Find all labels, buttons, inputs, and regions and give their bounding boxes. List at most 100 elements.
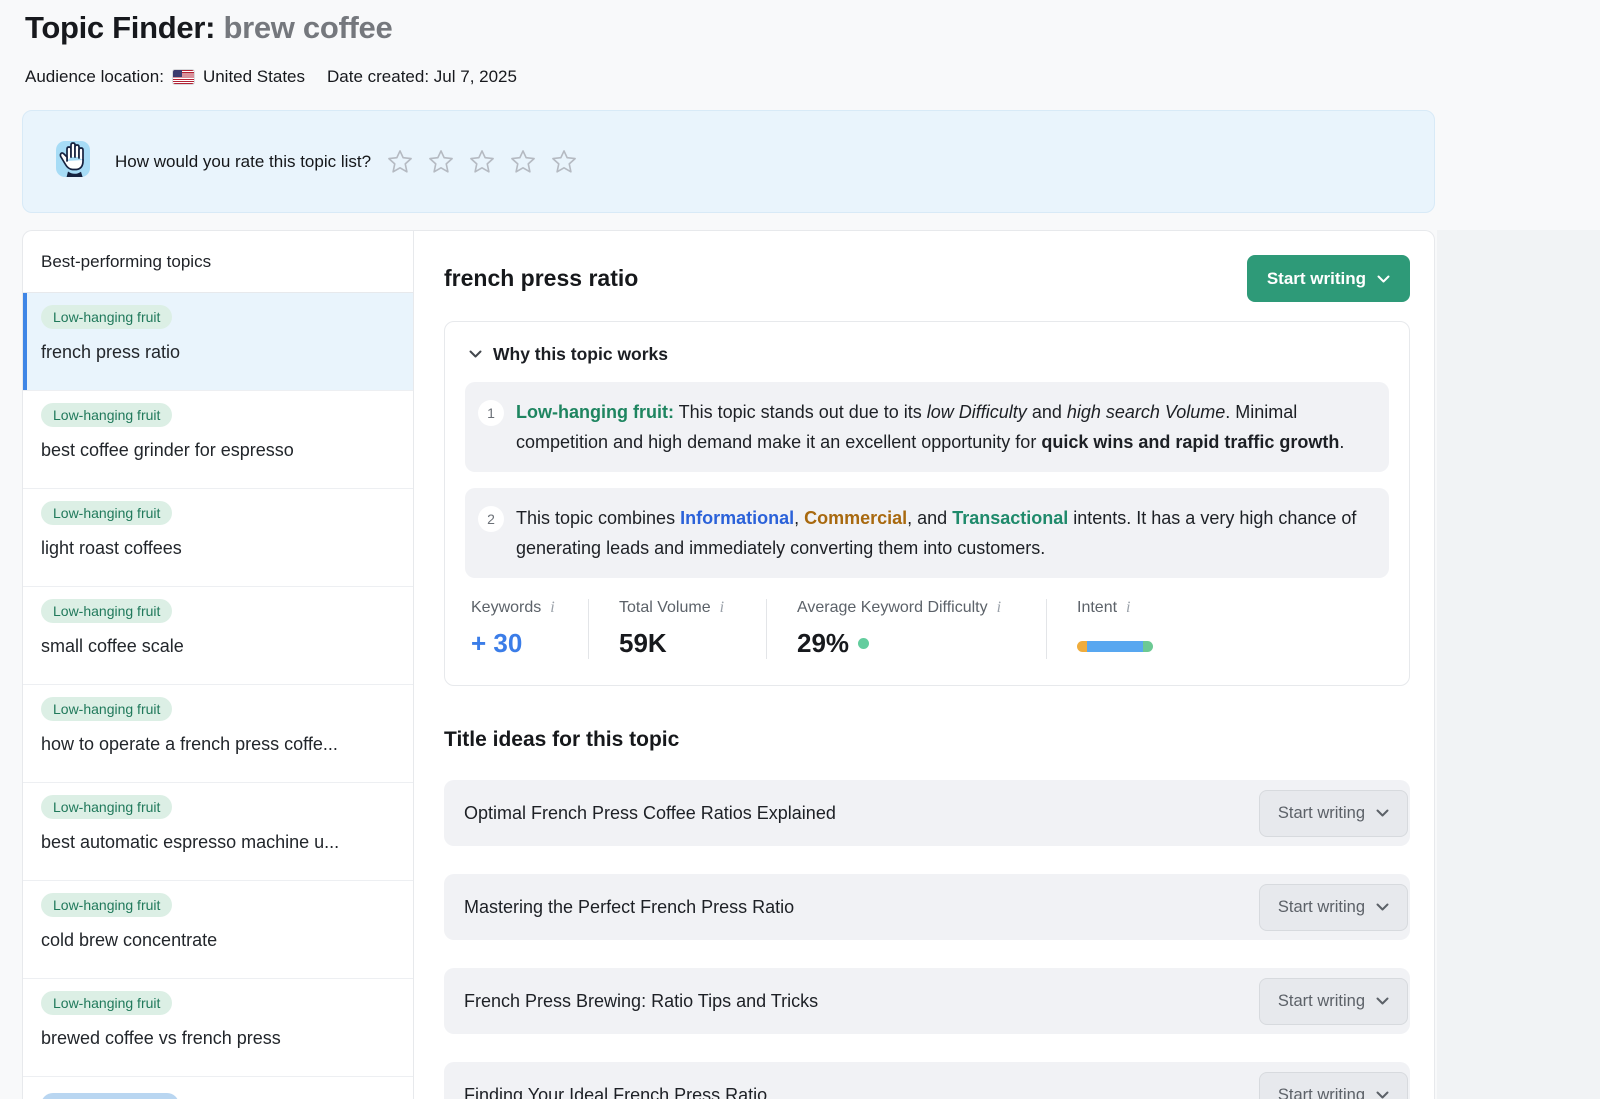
page-background-gutter — [1437, 230, 1600, 1099]
intent-label: Intent — [1077, 599, 1117, 617]
chevron-down-icon — [1376, 804, 1389, 823]
title-idea-text: French Press Brewing: Ratio Tips and Tri… — [464, 991, 818, 1012]
start-writing-button[interactable]: Start writing — [1247, 255, 1410, 302]
why-topic-works-title: Why this topic works — [493, 344, 668, 365]
low-hanging-fruit-badge: Low-hanging fruit — [41, 991, 172, 1015]
audience-location-value: United States — [203, 67, 305, 87]
meta-row: Audience location: United States Date cr… — [25, 67, 517, 87]
sidebar-item-cold-brew-concentrate[interactable]: Low-hanging fruit cold brew concentrate — [23, 881, 413, 979]
sidebar-header: Best-performing topics — [23, 231, 413, 293]
metric-keywords: Keywords + 30 — [471, 599, 589, 659]
low-hanging-fruit-badge: Low-hanging fruit — [41, 305, 172, 329]
chevron-down-icon — [1377, 269, 1390, 289]
metric-intent: Intent — [1077, 599, 1183, 659]
low-hanging-fruit-badge: Low-hanging fruit — [41, 599, 172, 623]
point-number: 1 — [478, 400, 504, 426]
us-flag-icon — [173, 70, 194, 84]
chevron-down-icon — [1376, 992, 1389, 1011]
topic-title: cold brew concentrate — [41, 930, 395, 951]
low-hanging-fruit-badge: Low-hanging fruit — [41, 697, 172, 721]
topic-detail-title: french press ratio — [444, 265, 638, 292]
why-point-2: 2 This topic combines Informational, Com… — [465, 488, 1389, 578]
difficulty-value-row: 29% — [797, 628, 1016, 659]
topic-title: french press ratio — [41, 342, 395, 363]
title-idea-card-2: Mastering the Perfect French Press Ratio… — [444, 874, 1410, 940]
star-icon[interactable] — [509, 148, 537, 176]
page-header: Topic Finder: brew coffee — [25, 10, 392, 46]
topic-title: small coffee scale — [41, 636, 395, 657]
star-icon[interactable] — [550, 148, 578, 176]
topic-title: best automatic espresso machine u... — [41, 832, 395, 853]
metric-total-volume: Total Volume 59K — [619, 599, 767, 659]
chevron-down-icon — [469, 350, 482, 359]
low-hanging-fruit-badge: Low-hanging fruit — [41, 501, 172, 525]
title-idea-text: Optimal French Press Coffee Ratios Expla… — [464, 803, 836, 824]
point-number: 2 — [478, 506, 504, 532]
sidebar-item-how-to-operate-french-press[interactable]: Low-hanging fruit how to operate a frenc… — [23, 685, 413, 783]
intent-segment-transactional-green — [1143, 641, 1153, 652]
topic-title: best coffee grinder for espresso — [41, 440, 395, 461]
date-created: Date created: Jul 7, 2025 — [327, 67, 517, 87]
why-point-2-text: This topic combines Informational, Comme… — [516, 503, 1369, 563]
page-title: Topic Finder: brew coffee — [25, 10, 392, 46]
sidebar-item-best-automatic-espresso-machine[interactable]: Low-hanging fruit best automatic espress… — [23, 783, 413, 881]
start-writing-button[interactable]: Start writing — [1259, 790, 1408, 837]
title-idea-text: Mastering the Perfect French Press Ratio — [464, 897, 794, 918]
topic-detail-panel: french press ratio Start writing Why thi… — [414, 231, 1434, 1099]
page-title-prefix: Topic Finder: — [25, 10, 223, 45]
sidebar-item-light-roast-coffees[interactable]: Low-hanging fruit light roast coffees — [23, 489, 413, 587]
difficulty-label: Average Keyword Difficulty — [797, 599, 988, 617]
title-idea-card-1: Optimal French Press Coffee Ratios Expla… — [444, 780, 1410, 846]
keywords-value: + 30 — [471, 628, 558, 659]
topic-title: light roast coffees — [41, 538, 395, 559]
chevron-down-icon — [1376, 898, 1389, 917]
topic-detail-header: french press ratio Start writing — [444, 255, 1410, 302]
difficulty-value: 29% — [797, 628, 849, 659]
low-hanging-fruit-badge: Low-hanging fruit — [41, 893, 172, 917]
sidebar-item-french-press-ratio[interactable]: Low-hanging fruit french press ratio — [23, 293, 413, 391]
page-title-query: brew coffee — [223, 10, 392, 45]
waving-hand-icon — [53, 136, 93, 187]
sidebar-item-partial[interactable] — [23, 1077, 413, 1099]
metric-keyword-difficulty: Average Keyword Difficulty 29% — [797, 599, 1047, 659]
title-ideas-heading: Title ideas for this topic — [444, 728, 1410, 752]
intent-segment-commercial-orange — [1077, 641, 1087, 652]
keywords-label: Keywords — [471, 599, 541, 617]
best-performing-topics-sidebar: Best-performing topics Low-hanging fruit… — [23, 231, 414, 1099]
sidebar-item-brewed-coffee-vs-french-press[interactable]: Low-hanging fruit brewed coffee vs frenc… — [23, 979, 413, 1077]
why-point-1: 1 Low-hanging fruit: This topic stands o… — [465, 382, 1389, 472]
start-writing-button[interactable]: Start writing — [1259, 1072, 1408, 1099]
low-hanging-fruit-badge: Low-hanging fruit — [41, 795, 172, 819]
info-icon[interactable] — [1126, 599, 1130, 617]
total-volume-value: 59K — [619, 628, 736, 659]
title-idea-text: Finding Your Ideal French Press Ratio — [464, 1085, 767, 1099]
audience-location-label: Audience location: — [25, 67, 164, 87]
why-point-1-text: Low-hanging fruit: This topic stands out… — [516, 397, 1369, 457]
sidebar-item-small-coffee-scale[interactable]: Low-hanging fruit small coffee scale — [23, 587, 413, 685]
info-icon[interactable] — [720, 599, 724, 617]
total-volume-label: Total Volume — [619, 599, 711, 617]
why-topic-works-toggle[interactable]: Why this topic works — [465, 342, 1389, 382]
why-topic-works-card: Why this topic works 1 Low-hanging fruit… — [444, 321, 1410, 686]
star-icon[interactable] — [468, 148, 496, 176]
star-icon[interactable] — [427, 148, 455, 176]
intent-segment-informational-blue — [1087, 641, 1143, 652]
topic-title: brewed coffee vs french press — [41, 1028, 395, 1049]
difficulty-level-dot — [858, 638, 869, 649]
topic-badge-partial — [41, 1093, 179, 1099]
low-hanging-fruit-badge: Low-hanging fruit — [41, 403, 172, 427]
start-writing-button[interactable]: Start writing — [1259, 884, 1408, 931]
info-icon[interactable] — [550, 599, 554, 617]
start-writing-button[interactable]: Start writing — [1259, 978, 1408, 1025]
title-idea-card-3: French Press Brewing: Ratio Tips and Tri… — [444, 968, 1410, 1034]
chevron-down-icon — [1376, 1086, 1389, 1099]
topic-metrics-row: Keywords + 30 Total Volume 59K Average K… — [465, 599, 1389, 659]
star-icon[interactable] — [386, 148, 414, 176]
rating-banner: How would you rate this topic list? — [22, 110, 1435, 213]
topic-title: how to operate a french press coffe... — [41, 734, 395, 755]
sidebar-item-best-coffee-grinder[interactable]: Low-hanging fruit best coffee grinder fo… — [23, 391, 413, 489]
rating-stars — [386, 148, 578, 176]
main-content-card: Best-performing topics Low-hanging fruit… — [22, 230, 1435, 1099]
info-icon[interactable] — [997, 599, 1001, 617]
rating-question: How would you rate this topic list? — [115, 152, 371, 172]
